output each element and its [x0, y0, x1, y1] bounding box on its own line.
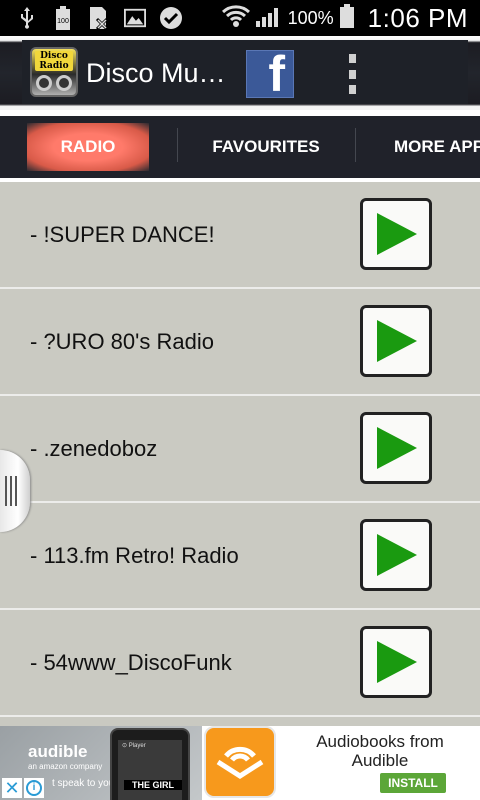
- check-icon: [160, 7, 182, 29]
- handle-grip: [15, 476, 17, 506]
- usb-icon: [16, 7, 38, 29]
- station-row[interactable]: - ?URO 80's Radio: [0, 289, 480, 396]
- app-logo-text: Disco Radio: [35, 51, 73, 71]
- no-sim-icon: [88, 7, 110, 29]
- play-icon: [377, 320, 417, 362]
- handle-grip: [5, 476, 7, 506]
- play-icon: [377, 641, 417, 683]
- app-logo-icon[interactable]: Disco Radio: [30, 47, 78, 97]
- image-icon: [124, 7, 146, 29]
- battery-icon: [339, 3, 354, 33]
- station-name: - 113.fm Retro! Radio: [30, 543, 239, 568]
- handle-grip: [10, 476, 12, 506]
- overflow-menu-button[interactable]: [344, 54, 360, 94]
- notification-icons: 100: [16, 4, 182, 32]
- play-button[interactable]: [360, 198, 432, 270]
- play-icon: [377, 534, 417, 576]
- clock: 1:06 PM: [367, 2, 468, 33]
- install-button[interactable]: INSTALL: [380, 773, 446, 793]
- phone-graphic: ⊙ Player THE GIRL: [110, 728, 190, 800]
- play-icon: [377, 213, 417, 255]
- speaker-left-icon: [36, 75, 52, 91]
- station-name: - .zenedoboz: [30, 436, 158, 461]
- station-name: - ?URO 80's Radio: [30, 329, 214, 354]
- station-row[interactable]: - .zenedoboz: [0, 396, 480, 503]
- ad-info-icon[interactable]: i: [24, 778, 44, 798]
- tab-favourites-label: FAVOURITES: [212, 137, 320, 156]
- tab-more-apps[interactable]: MORE APP: [356, 116, 480, 178]
- menu-dot: [348, 69, 356, 79]
- station-row[interactable]: - 113.fm Retro! Radio: [0, 503, 480, 610]
- wifi-icon: [221, 4, 250, 33]
- phone-book-title: THE GIRL: [124, 780, 182, 790]
- audible-logo: audible: [28, 742, 88, 761]
- tab-more-apps-label: MORE APP: [394, 137, 480, 156]
- tab-divider: [177, 128, 178, 162]
- station-name: - !SUPER DANCE!: [30, 222, 215, 247]
- audible-app-icon[interactable]: [204, 726, 276, 798]
- phone-header: ⊙ Player: [122, 743, 146, 749]
- battery-percent: 100%: [287, 7, 334, 28]
- signal-icon: [255, 5, 282, 32]
- play-icon: [377, 427, 417, 469]
- audible-subtitle: an amazon company: [28, 762, 103, 771]
- ad-banner[interactable]: audible an amazon company t speak to you…: [0, 726, 480, 800]
- play-button[interactable]: [360, 519, 432, 591]
- tab-radio[interactable]: RADIO: [0, 116, 176, 178]
- station-list[interactable]: - !SUPER DANCE! - ?URO 80's Radio - .zen…: [0, 182, 480, 726]
- battery-100-icon: 100: [52, 6, 74, 30]
- status-bar: 100 100% 1:06 PM: [0, 0, 480, 36]
- tab-favourites[interactable]: FAVOURITES: [178, 116, 354, 178]
- menu-dot: [348, 54, 356, 63]
- facebook-button[interactable]: f: [246, 46, 294, 102]
- ad-close-icon[interactable]: ✕: [2, 778, 22, 798]
- facebook-icon: f: [268, 46, 285, 102]
- ad-headline: Audiobooks from Audible: [316, 732, 444, 770]
- phone-screen: ⊙ Player THE GIRL: [118, 740, 182, 800]
- tab-divider: [355, 128, 356, 162]
- station-row[interactable]: - 54www_DiscoFunk: [0, 610, 480, 717]
- tab-bar: RADIO FAVOURITES MORE APP: [0, 110, 480, 182]
- app-title: Disco Mu…: [86, 58, 226, 88]
- play-button[interactable]: [360, 626, 432, 698]
- battery-badge: 100: [57, 18, 69, 25]
- audible-wave-icon: [216, 746, 264, 779]
- ad-tagline: t speak to you: [52, 778, 115, 789]
- status-right: 100% 1:06 PM: [221, 2, 468, 34]
- menu-dot: [348, 85, 356, 94]
- play-button[interactable]: [360, 305, 432, 377]
- station-row[interactable]: - !SUPER DANCE!: [0, 182, 480, 289]
- screen: 100 100% 1:06 PM Disco Radio Disco Mu… f…: [0, 0, 480, 800]
- play-button[interactable]: [360, 412, 432, 484]
- tab-radio-label: RADIO: [27, 123, 149, 171]
- speaker-right-icon: [56, 75, 72, 91]
- station-name: - 54www_DiscoFunk: [30, 650, 232, 675]
